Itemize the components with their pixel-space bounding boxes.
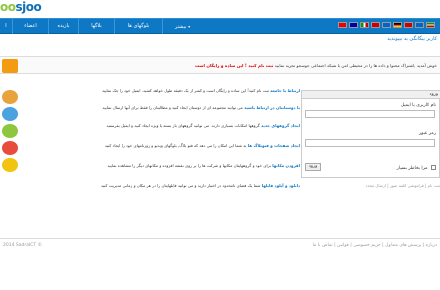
map-pin-icon bbox=[2, 141, 18, 155]
site-logo[interactable]: oosjoo bbox=[0, 0, 42, 14]
remember-label: مرا بخاطر بسپار bbox=[396, 166, 428, 171]
feature-text: شما یک فضای نامحدود در اختیار دارید و می… bbox=[101, 183, 261, 188]
folder-icon bbox=[2, 158, 18, 172]
feature-text: ثبت نام کنید! این ساده و رایگان است و کم… bbox=[102, 88, 269, 93]
nav-item-bookmarks[interactable]: بلوگهای ها bbox=[114, 19, 162, 34]
banner-badge-icon bbox=[2, 59, 18, 73]
flag-icon[interactable] bbox=[393, 22, 402, 28]
feature-item: اقزودن مکانها برای خود و گروههایتان مکان… bbox=[20, 163, 300, 169]
username-input[interactable] bbox=[305, 110, 435, 118]
chevron-down-icon: ▾ bbox=[188, 24, 191, 29]
logo-part-1: oo bbox=[0, 0, 16, 14]
feature-item: ارتباط با جامعه ثبت نام کنید! این ساده و… bbox=[20, 88, 300, 94]
banner-lead: خوش آمدید ,اشتراک محتوا و داده ها را در … bbox=[274, 63, 437, 68]
login-button[interactable]: ورود bbox=[305, 163, 321, 171]
feature-title[interactable]: ایجاد صفحات و فتوبلاگ ها bbox=[248, 143, 300, 148]
nav-item-more[interactable]: بیشتر ▾ bbox=[162, 19, 202, 34]
welcome-banner: خوش آمدید ,اشتراک محتوا و داده ها را در … bbox=[0, 56, 440, 74]
page-footer: 2014 SadraICT © درباره | پرسش های متداول… bbox=[0, 238, 440, 256]
feature-title[interactable]: ایجاد گروههای جدید bbox=[261, 123, 300, 128]
password-input[interactable] bbox=[305, 139, 435, 147]
feature-text: برای خود و گروههایتان مکانها و شرکت ها ر… bbox=[107, 163, 271, 168]
feature-title[interactable]: اقزودن مکانها bbox=[272, 163, 300, 168]
copyright-text: 2014 SadraICT © bbox=[3, 243, 43, 248]
feature-item: ایجاد صفحات و فتوبلاگ ها به شما این امکا… bbox=[20, 143, 300, 149]
flag-icon[interactable] bbox=[404, 22, 413, 28]
nav-item-5[interactable]: ا bbox=[0, 19, 12, 34]
features-list: ارتباط با جامعه ثبت نام کنید! این ساده و… bbox=[20, 88, 300, 218]
flag-icon[interactable] bbox=[382, 22, 391, 28]
login-header: ورود bbox=[302, 91, 440, 99]
feature-icons-column bbox=[0, 90, 20, 190]
feature-text: گروهها امکانات بسیاری دارند. می توانید گ… bbox=[106, 123, 260, 128]
top-bar: oosjoo bbox=[0, 0, 440, 18]
banner-text: خوش آمدید ,اشتراک محتوا و داده ها را در … bbox=[17, 57, 437, 75]
feature-title[interactable]: دانلود و آپلود فایلها bbox=[262, 183, 300, 188]
welcome-text: کاربر بیگانگی بد بپیوندید bbox=[387, 36, 437, 42]
flag-icon[interactable] bbox=[426, 22, 435, 28]
feature-item: ایجاد گروههای جدید گروهها امکانات بسیاری… bbox=[20, 123, 300, 129]
feature-title[interactable]: ارتباط با جامعه bbox=[270, 88, 300, 93]
feature-item: با دوستانتان در ارتباط باشید می توانید م… bbox=[20, 105, 300, 111]
logo-part-2: sjoo bbox=[15, 0, 42, 14]
nav-item-members[interactable]: اعضاء bbox=[12, 19, 48, 34]
login-links[interactable]: ثبت نام | فراموشی کلمه عبور | ارسال مجدد bbox=[301, 183, 440, 188]
feature-text: می توانید مجموعه ای از دوستان ایجاد کنید… bbox=[102, 105, 243, 110]
flag-icon[interactable] bbox=[338, 22, 347, 28]
login-panel: ورود نام کاربری یا ایمیل رمز عبور مرا بخ… bbox=[301, 90, 440, 178]
feature-item: دانلود و آپلود فایلها شما یک فضای نامحدو… bbox=[20, 183, 300, 189]
main-navbar: ا اعضاء بازیده بلاگها بلوگهای ها بیشتر ▾ bbox=[0, 18, 440, 34]
flag-icon[interactable] bbox=[360, 22, 369, 28]
flag-icon[interactable] bbox=[415, 22, 424, 28]
handshake-icon bbox=[2, 90, 18, 104]
username-label: نام کاربری یا ایمیل bbox=[400, 103, 436, 108]
footer-links[interactable]: درباره | پرسش های متداول | حریم خصوصی | … bbox=[313, 243, 437, 248]
remember-checkbox[interactable] bbox=[431, 165, 436, 170]
flag-icon[interactable] bbox=[349, 22, 358, 28]
nav-item-activity[interactable]: بازیده bbox=[48, 19, 78, 34]
language-flags bbox=[338, 22, 440, 31]
nav-item-blogs[interactable]: بلاگها bbox=[78, 19, 114, 34]
nav-more-label: بیشتر bbox=[174, 24, 187, 30]
banner-cta-link[interactable]: ثبت نام کنید ! این ساده و رایگان است bbox=[195, 63, 273, 68]
feature-title[interactable]: با دوستانتان در ارتباط باشید bbox=[244, 105, 300, 110]
feature-text: به شما این امکان را می دهد که فتو بلاگ, … bbox=[104, 143, 247, 148]
welcome-bar: کاربر بیگانگی بد بپیوندید bbox=[0, 34, 440, 44]
remember-me[interactable]: مرا بخاطر بسپار bbox=[397, 165, 436, 171]
password-label: رمز عبور bbox=[418, 131, 436, 136]
flag-icon[interactable] bbox=[371, 22, 380, 28]
media-icon bbox=[2, 124, 18, 138]
group-icon bbox=[2, 107, 18, 121]
